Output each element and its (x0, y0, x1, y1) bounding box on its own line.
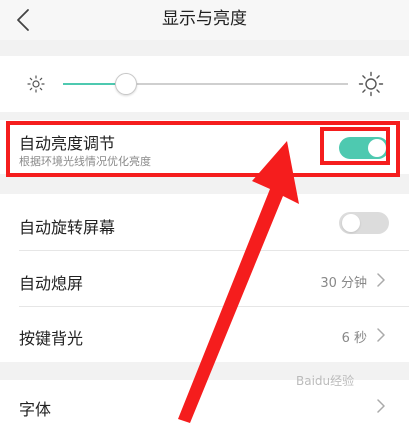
screen-timeout-label: 自动熄屏 (19, 274, 84, 293)
screen-timeout-value: 30 分钟 (320, 276, 367, 291)
page-title: 显示与亮度 (162, 9, 247, 29)
slider-thumb[interactable] (114, 73, 137, 95)
brightness-card (0, 56, 409, 112)
divider (19, 306, 409, 307)
chevron-right-icon[interactable] (375, 398, 387, 414)
chevron-right-icon[interactable] (375, 327, 387, 343)
auto-rotate-label: 自动旋转屏幕 (19, 218, 116, 237)
auto-brightness-label: 自动亮度调节 (19, 134, 116, 153)
watermark: Baidu经验 (296, 374, 355, 388)
chevron-right-icon[interactable] (375, 272, 387, 288)
toggle-knob (368, 139, 386, 157)
key-backlight-value: 6 秒 (341, 331, 367, 346)
auto-rotate-toggle[interactable] (339, 212, 389, 234)
sun-small-icon (27, 75, 45, 93)
top-bar: 显示与亮度 (0, 0, 409, 40)
auto-brightness-subtitle: 根据环境光线情况优化亮度 (19, 155, 151, 168)
font-label: 字体 (19, 400, 52, 419)
sun-large-icon (358, 71, 384, 97)
brightness-slider[interactable] (63, 73, 348, 95)
key-backlight-label: 按键背光 (19, 329, 84, 348)
toggle-knob (342, 214, 360, 232)
divider (19, 250, 409, 251)
auto-brightness-toggle[interactable] (339, 137, 389, 159)
